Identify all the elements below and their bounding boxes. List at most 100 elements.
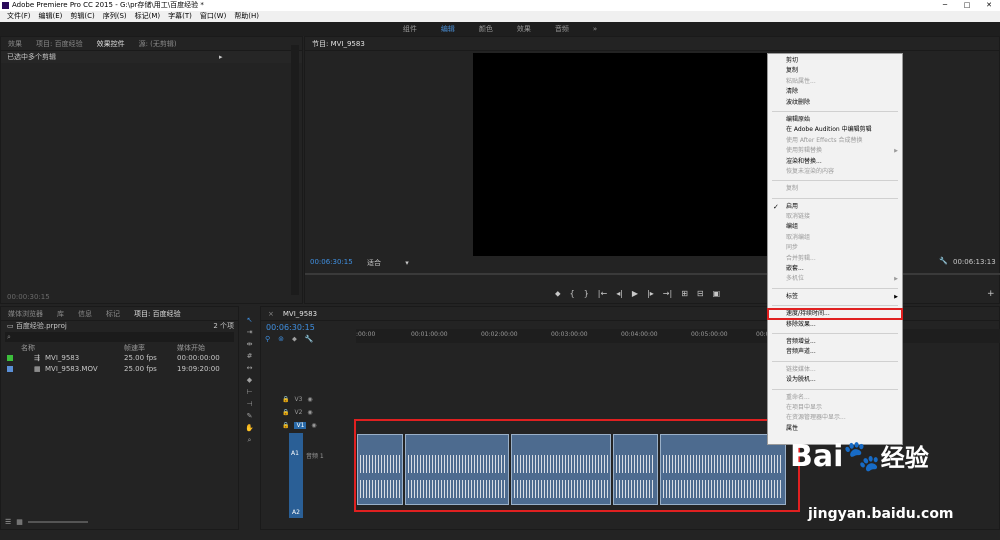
- play-icon[interactable]: ▶: [632, 289, 638, 299]
- menu-separator: [772, 197, 898, 199]
- context-menu-item[interactable]: 属性: [768, 424, 902, 434]
- scrollbar[interactable]: [291, 45, 299, 295]
- selection-tool-icon[interactable]: ↖: [243, 316, 256, 326]
- maximize-button[interactable]: □: [956, 0, 978, 11]
- context-menu-item[interactable]: 设为脱机...: [768, 375, 902, 385]
- lock-icon[interactable]: 🔒: [282, 396, 289, 403]
- rate-stretch-tool-icon[interactable]: ↔: [243, 364, 256, 374]
- track-label-a2[interactable]: A2: [289, 507, 303, 518]
- slide-tool-icon[interactable]: ⊣: [243, 400, 256, 410]
- workspace-editing[interactable]: 编辑: [429, 24, 467, 34]
- step-forward-icon[interactable]: |▸: [647, 289, 654, 299]
- menu-clip[interactable]: 剪辑(C): [66, 11, 98, 22]
- add-marker-icon[interactable]: ⬥: [292, 335, 297, 344]
- mark-out-icon[interactable]: }: [584, 289, 589, 299]
- mark-in-icon[interactable]: {: [570, 289, 575, 299]
- context-menu-item[interactable]: 启用 ✓: [768, 202, 902, 212]
- snap-icon[interactable]: ⚲: [265, 335, 270, 344]
- time-ruler[interactable]: [356, 329, 1000, 343]
- pen-tool-icon[interactable]: ✎: [243, 412, 256, 422]
- tab-project-baidu[interactable]: 项目: 百度经验: [127, 309, 188, 319]
- settings-wrench-icon[interactable]: 🔧: [305, 335, 314, 344]
- context-menu-item[interactable]: 剪切: [768, 56, 902, 66]
- workspace-color[interactable]: 颜色: [467, 24, 505, 34]
- context-menu-item[interactable]: 复制: [768, 66, 902, 76]
- list-item[interactable]: ⇶ MVI_9583 25.00 fps 00:00:00:00: [1, 353, 238, 364]
- track-name-a1: 音频 1: [306, 453, 324, 460]
- tab-media-browser[interactable]: 媒体浏览器: [1, 309, 50, 319]
- context-menu-item[interactable]: 波纹删除: [768, 98, 902, 108]
- ripple-edit-tool-icon[interactable]: ⇹: [243, 340, 256, 350]
- column-framerate[interactable]: 帧速率: [124, 343, 145, 353]
- column-name[interactable]: 名称: [21, 343, 35, 353]
- linked-selection-icon[interactable]: ⊚: [278, 335, 284, 344]
- eye-icon[interactable]: ◉: [307, 409, 312, 416]
- lock-icon[interactable]: 🔒: [282, 422, 289, 429]
- menu-title[interactable]: 字幕(T): [164, 11, 196, 22]
- close-button[interactable]: ✕: [978, 0, 1000, 11]
- timeline-tab[interactable]: MVI_9583: [276, 310, 324, 318]
- workspace-audio[interactable]: 音频: [543, 24, 581, 34]
- lift-icon[interactable]: ⊞: [681, 289, 688, 299]
- timeline-timecode[interactable]: 00:06:30:15: [266, 323, 315, 332]
- razor-tool-icon[interactable]: ◆: [243, 376, 256, 386]
- ruler-label: 00:03:00:00: [551, 331, 588, 338]
- workspace-assembly[interactable]: 组件: [391, 24, 429, 34]
- context-menu-item[interactable]: 嵌套...: [768, 264, 902, 274]
- menu-sequence[interactable]: 序列(S): [99, 11, 131, 22]
- search-input[interactable]: ⌕: [5, 332, 234, 342]
- menu-file[interactable]: 文件(F): [3, 11, 35, 22]
- slip-tool-icon[interactable]: ⊢: [243, 388, 256, 398]
- context-menu-item[interactable]: 编组: [768, 222, 902, 232]
- zoom-tool-icon[interactable]: ⌕: [243, 436, 256, 446]
- tab-libraries[interactable]: 库: [50, 309, 71, 319]
- context-menu-item[interactable]: 音频声道...: [768, 347, 902, 357]
- context-menu-item[interactable]: 音频增益...: [768, 337, 902, 347]
- menu-help[interactable]: 帮助(H): [230, 11, 263, 22]
- tab-project[interactable]: 项目: 百度经验: [29, 39, 90, 49]
- minimize-button[interactable]: ─: [934, 0, 956, 11]
- menu-edit[interactable]: 编辑(E): [35, 11, 67, 22]
- hand-tool-icon[interactable]: ✋: [243, 424, 256, 434]
- context-menu-item[interactable]: 渲染和替换...: [768, 157, 902, 167]
- marker-icon[interactable]: ⬥: [555, 289, 561, 299]
- eye-icon[interactable]: ◉: [311, 422, 316, 429]
- column-media-start[interactable]: 媒体开始: [177, 343, 205, 353]
- track-select-tool-icon[interactable]: ⇥: [243, 328, 256, 338]
- go-to-in-icon[interactable]: |←: [598, 289, 607, 299]
- a1-target[interactable]: [289, 433, 303, 507]
- context-menu-item[interactable]: 速度/持续时间...: [767, 308, 903, 321]
- zoom-slider[interactable]: [27, 521, 88, 523]
- tab-info[interactable]: 信息: [71, 309, 99, 319]
- tab-source[interactable]: 源: (无剪辑): [132, 39, 184, 49]
- add-button-icon[interactable]: +: [987, 289, 995, 299]
- play-arrow-icon[interactable]: ▸: [219, 51, 223, 63]
- lock-icon[interactable]: 🔒: [282, 409, 289, 416]
- context-menu-item[interactable]: 编辑原始: [768, 115, 902, 125]
- program-timecode[interactable]: 00:06:30:15: [310, 258, 353, 266]
- menu-window[interactable]: 窗口(W): [196, 11, 230, 22]
- rolling-edit-tool-icon[interactable]: #: [243, 352, 256, 362]
- context-menu-item[interactable]: 清除: [768, 87, 902, 97]
- context-menu-item[interactable]: 移除效果...: [768, 320, 902, 330]
- workspace-more-button[interactable]: »: [581, 25, 609, 33]
- wrench-icon[interactable]: 🔧: [939, 257, 948, 265]
- menu-marker[interactable]: 标记(M): [131, 11, 165, 22]
- fit-dropdown[interactable]: 适合 ▾: [367, 258, 409, 268]
- extract-icon[interactable]: ⊟: [697, 289, 704, 299]
- eye-icon[interactable]: ◉: [307, 396, 312, 403]
- go-to-out-icon[interactable]: →|: [663, 289, 672, 299]
- context-menu-item[interactable]: 在 Adobe Audition 中编辑剪辑: [768, 125, 902, 135]
- workspace-effects[interactable]: 效果: [505, 24, 543, 34]
- list-item[interactable]: ▦ MVI_9583.MOV 25.00 fps 19:09:20:00: [1, 364, 238, 375]
- tab-effects[interactable]: 效果: [1, 39, 29, 49]
- video-preview[interactable]: [473, 53, 773, 256]
- context-menu-item[interactable]: 标签 ▶: [768, 292, 902, 302]
- camera-icon[interactable]: ▣: [713, 289, 721, 299]
- step-back-icon[interactable]: ◂|: [616, 289, 623, 299]
- list-view-icon[interactable]: ☰: [5, 518, 11, 526]
- tab-effect-controls[interactable]: 效果控件: [90, 39, 132, 49]
- icon-view-icon[interactable]: ▦: [16, 518, 23, 526]
- tab-markers[interactable]: 标记: [99, 309, 127, 319]
- timeline-close-icon[interactable]: ×: [261, 310, 276, 318]
